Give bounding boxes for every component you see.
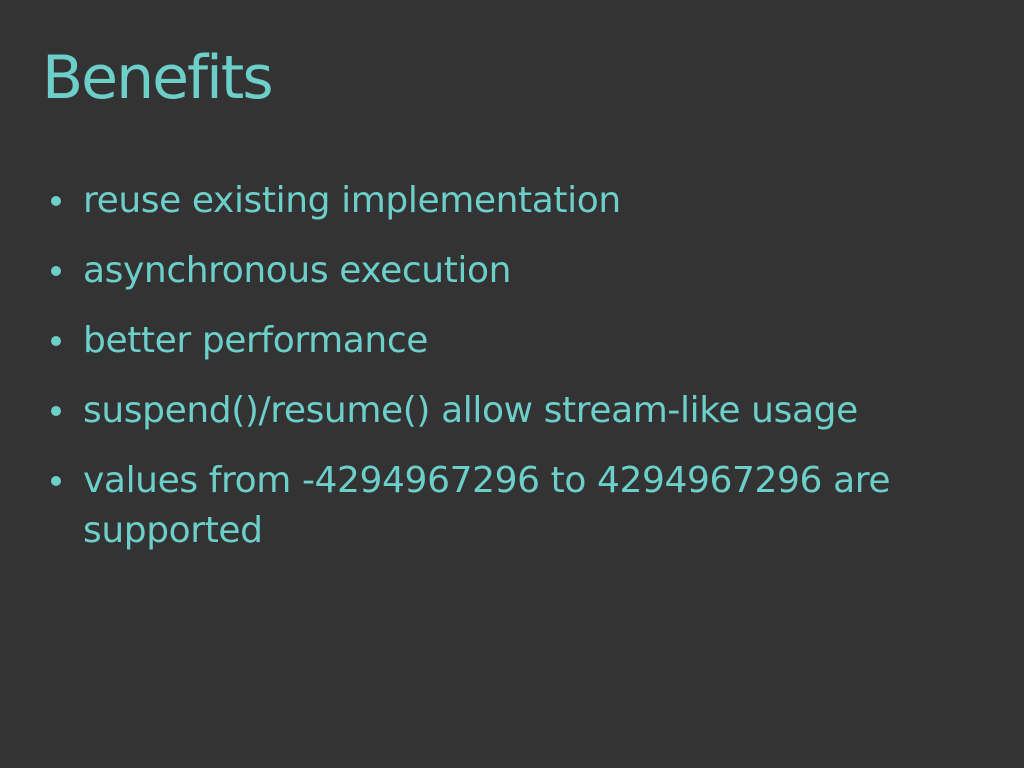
bullet-icon (51, 476, 61, 486)
list-item-text: suspend()/resume() allow stream-like usa… (83, 390, 858, 431)
list-item: suspend()/resume() allow stream-like usa… (46, 386, 986, 436)
list-item: asynchronous execution (46, 246, 986, 296)
slide: Benefits reuse existing implementation a… (0, 0, 1024, 768)
slide-title: Benefits (42, 43, 274, 113)
list-item-text: reuse existing implementation (83, 180, 621, 221)
list-item: better performance (46, 316, 986, 366)
list-item: values from -4294967296 to 4294967296 ar… (46, 456, 986, 556)
list-item: reuse existing implementation (46, 176, 986, 226)
list-item-text: better performance (83, 320, 428, 361)
bullet-icon (51, 336, 61, 346)
bullet-icon (51, 196, 61, 206)
bullet-icon (51, 266, 61, 276)
list-item-text: values from -4294967296 to 4294967296 ar… (83, 460, 891, 551)
bullet-list: reuse existing implementation asynchrono… (46, 176, 986, 576)
list-item-text: asynchronous execution (83, 250, 512, 291)
bullet-icon (51, 406, 61, 416)
